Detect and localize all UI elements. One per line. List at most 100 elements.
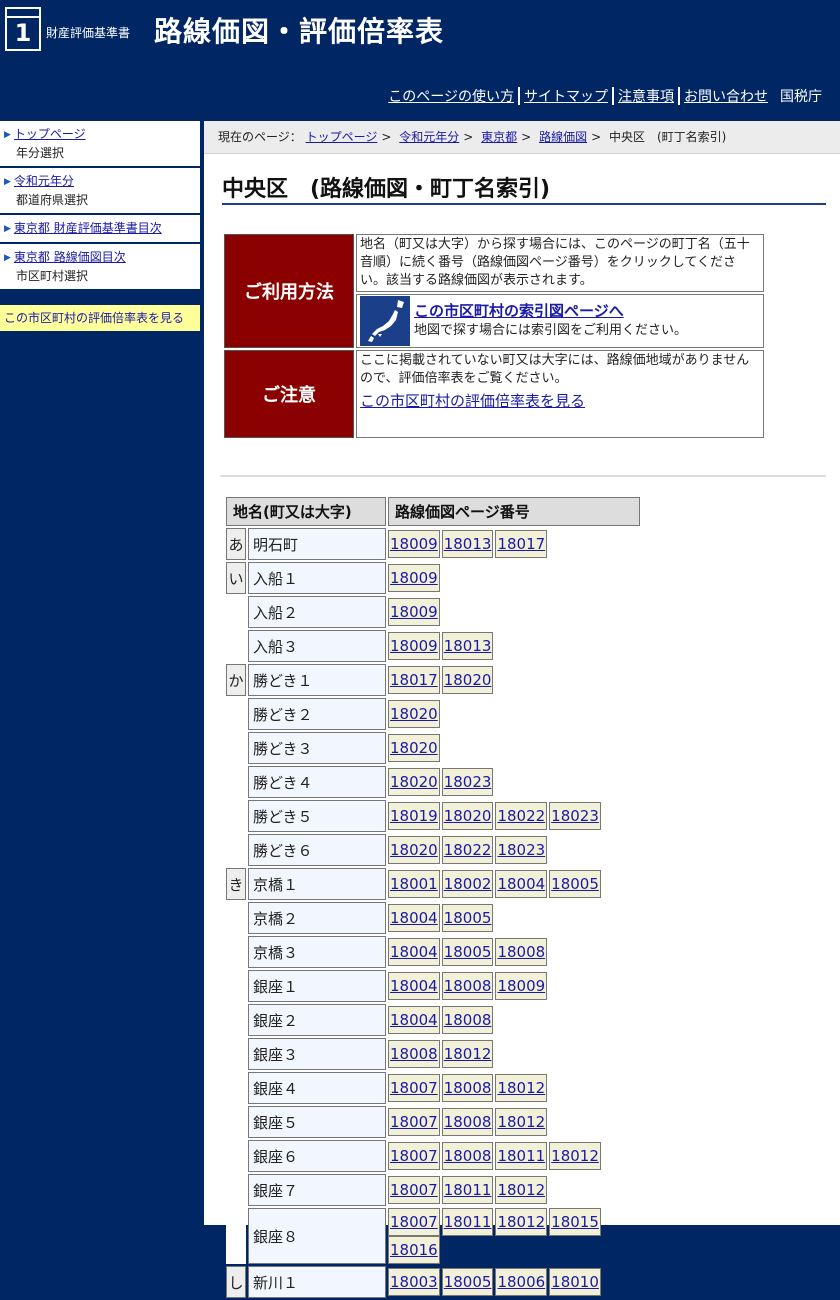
index-map-link[interactable]: この市区町村の索引図ページへ — [414, 302, 624, 320]
page-number-link[interactable]: 18022 — [441, 836, 494, 864]
page-number-link[interactable]: 18015 — [549, 1208, 601, 1236]
page-number-link[interactable]: 18009 — [388, 564, 440, 592]
usage-row: ご利用方法 地名（町又は大字）から探す場合には、このページの町丁名（五十音順）に… — [224, 234, 764, 348]
table-row: 京橋２ 18004 18005 — [226, 902, 640, 934]
nta-link[interactable]: 国税庁 — [780, 86, 822, 106]
page-number-link[interactable]: 18005 — [441, 1268, 494, 1296]
town-name-cell: 勝どき４ — [248, 766, 386, 798]
page-number-link[interactable]: 18008 — [388, 1040, 440, 1068]
page-number-link[interactable]: 18020 — [388, 836, 440, 864]
page-number-link[interactable]: 18012 — [549, 1142, 601, 1170]
page-number-link[interactable]: 18009 — [388, 598, 440, 626]
page-number-link[interactable]: 18001 — [388, 870, 440, 898]
page-numbers-cell: 18020 18023 — [388, 766, 640, 798]
page-number-link[interactable]: 18009 — [388, 530, 440, 558]
page-number-link[interactable]: 18012 — [495, 1108, 548, 1136]
page-number-link[interactable]: 18013 — [441, 530, 494, 558]
table-row: か勝どき１ 18017 18020 — [226, 664, 640, 696]
notes-link[interactable]: 注意事項 — [618, 86, 674, 106]
page-number-link[interactable]: 18011 — [441, 1176, 494, 1204]
page-number-link[interactable]: 18012 — [495, 1074, 548, 1102]
sidebar-link-top[interactable]: トップページ — [14, 127, 86, 141]
page-number-link[interactable]: 18020 — [388, 768, 440, 796]
page-number-link[interactable]: 18004 — [388, 972, 440, 1000]
kana-index-cell: あ — [226, 528, 246, 560]
sidebar-link-tokyo-contents[interactable]: 東京都 財産評価基準書目次 — [14, 221, 162, 235]
sitemap-link[interactable]: サイトマップ — [524, 86, 608, 106]
town-name-cell: 新川１ — [248, 1266, 386, 1298]
page-number-link[interactable]: 18023 — [441, 768, 494, 796]
how-to-use-link[interactable]: このページの使い方 — [388, 86, 514, 106]
town-name-cell: 銀座１ — [248, 970, 386, 1002]
page-number-link[interactable]: 18006 — [495, 1268, 548, 1296]
page-number-link[interactable]: 18017 — [495, 530, 548, 558]
page-number-link[interactable]: 18016 — [388, 1236, 440, 1264]
column-header-pages: 路線価図ページ番号 — [388, 497, 640, 526]
page-number-link[interactable]: 18007 — [388, 1142, 440, 1170]
multiplier-table-link[interactable]: この市区町村の評価倍率表を見る — [360, 392, 585, 410]
sidebar-multiplier-link[interactable]: この市区町村の評価倍率表を見る — [0, 305, 200, 331]
page-number-link[interactable]: 18020 — [388, 700, 440, 728]
breadcrumb-link[interactable]: 路線価図 — [539, 130, 587, 144]
table-row: い入船１ 18009 — [226, 562, 640, 594]
japan-map-icon[interactable] — [360, 296, 410, 346]
site-title[interactable]: 路線価図・評価倍率表 — [154, 10, 444, 50]
page-number-link[interactable]: 18010 — [549, 1268, 601, 1296]
page-number-link[interactable]: 18017 — [388, 666, 440, 694]
page-number-link[interactable]: 18004 — [495, 870, 548, 898]
sidebar-link-route-map[interactable]: 東京都 路線価図目次 — [14, 250, 126, 264]
town-index-table: 地名(町又は大字) 路線価図ページ番号 あ明石町 18009 18013 18017 い… — [224, 495, 642, 1300]
page-number-link[interactable]: 18007 — [388, 1074, 440, 1102]
town-name-cell: 銀座５ — [248, 1106, 386, 1138]
contact-link[interactable]: お問い合わせ — [684, 86, 768, 106]
page-number-link[interactable]: 18003 — [388, 1268, 440, 1296]
page-numbers-cell: 18020 18022 18023 — [388, 834, 640, 866]
page-number-link[interactable]: 18004 — [388, 904, 440, 932]
page-number-link[interactable]: 18008 — [441, 1006, 494, 1034]
page-number-link[interactable]: 18004 — [388, 938, 440, 966]
page-number-link[interactable]: 18019 — [388, 802, 440, 830]
breadcrumb-link[interactable]: トップページ — [306, 130, 378, 144]
page-number-link[interactable]: 18012 — [495, 1176, 548, 1204]
page-number-link[interactable]: 18023 — [495, 836, 548, 864]
page-number-link[interactable]: 18023 — [549, 802, 601, 830]
page-numbers-cell: 18009 — [388, 596, 640, 628]
page-number-link[interactable]: 18012 — [441, 1040, 494, 1068]
page-number-link[interactable]: 18020 — [441, 666, 494, 694]
page-number-link[interactable]: 18007 — [388, 1208, 440, 1236]
breadcrumb-link[interactable]: 令和元年分 — [399, 130, 459, 144]
page-number-link[interactable]: 18020 — [441, 802, 494, 830]
kana-index-cell — [226, 1140, 246, 1172]
page-number-link[interactable]: 18002 — [441, 870, 494, 898]
page-number-link[interactable]: 18009 — [495, 972, 548, 1000]
book-icon: 1 — [5, 7, 41, 51]
page-number-link[interactable]: 18007 — [388, 1176, 440, 1204]
page-number-link[interactable]: 18011 — [495, 1142, 548, 1170]
page-number-link[interactable]: 18009 — [388, 632, 440, 660]
page-number-link[interactable]: 18008 — [441, 1108, 494, 1136]
page-numbers-cell: 18001 18002 18004 18005 — [388, 868, 640, 900]
page-number-link[interactable]: 18005 — [549, 870, 601, 898]
page-number-link[interactable]: 18013 — [441, 632, 494, 660]
town-name-cell: 京橋２ — [248, 902, 386, 934]
page-number-link[interactable]: 18020 — [388, 734, 440, 762]
page-numbers-cell: 18004 18008 18009 — [388, 970, 640, 1002]
breadcrumb-link[interactable]: 東京都 — [481, 130, 517, 144]
town-name-cell: 銀座６ — [248, 1140, 386, 1172]
table-row: 銀座５ 18007 18008 18012 — [226, 1106, 640, 1138]
page-number-link[interactable]: 18012 — [495, 1208, 548, 1236]
page-number-link[interactable]: 18008 — [441, 1142, 494, 1170]
page-number-link[interactable]: 18011 — [441, 1208, 494, 1236]
page-number-link[interactable]: 18007 — [388, 1108, 440, 1136]
page-number-link[interactable]: 18008 — [441, 1074, 494, 1102]
sidebar-sub-label: 都道府県選択 — [16, 193, 89, 207]
page-number-link[interactable]: 18005 — [441, 904, 494, 932]
page-number-link[interactable]: 18022 — [495, 802, 548, 830]
table-row: 勝どき４ 18020 18023 — [226, 766, 640, 798]
kana-index-cell — [226, 596, 246, 628]
sidebar-link-year[interactable]: 令和元年分 — [14, 174, 74, 188]
page-number-link[interactable]: 18008 — [495, 938, 548, 966]
page-number-link[interactable]: 18005 — [441, 938, 494, 966]
page-number-link[interactable]: 18004 — [388, 1006, 440, 1034]
page-number-link[interactable]: 18008 — [441, 972, 494, 1000]
